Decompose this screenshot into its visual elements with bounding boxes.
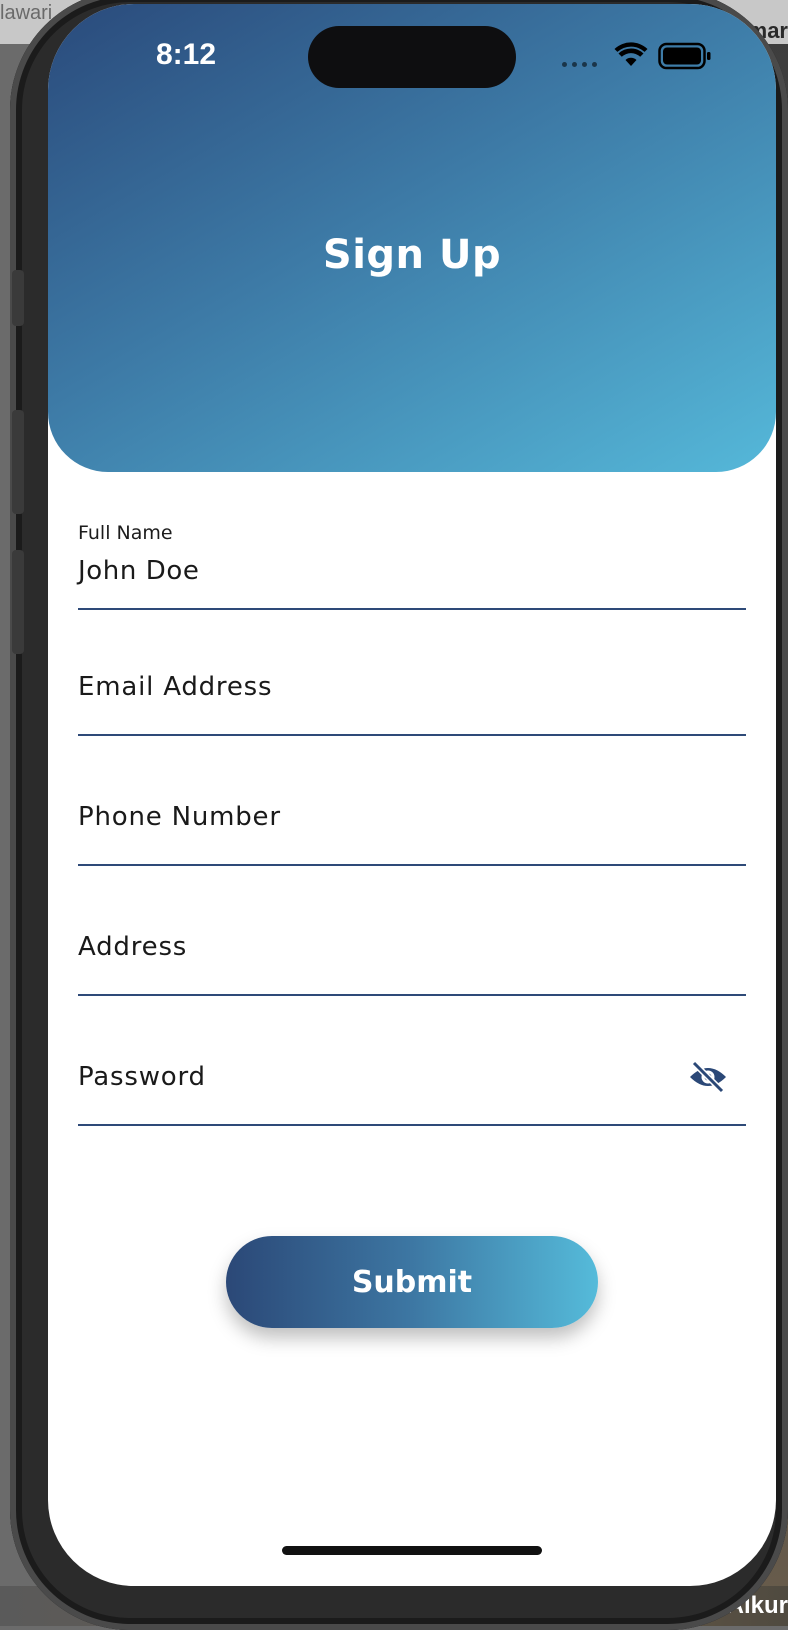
phone-placeholder: Phone Number bbox=[78, 802, 281, 832]
phone-frame: 8:12 Sign Up Full Name John Doe Email Ad… bbox=[10, 0, 788, 1630]
address-field[interactable]: Address bbox=[78, 904, 746, 996]
full-name-value: John Doe bbox=[78, 556, 200, 586]
dynamic-island bbox=[308, 26, 516, 88]
phone-field[interactable]: Phone Number bbox=[78, 774, 746, 866]
password-field[interactable]: Password bbox=[78, 1034, 746, 1126]
cellular-signal-icon bbox=[562, 62, 597, 67]
page-title: Sign Up bbox=[322, 232, 502, 278]
submit-button[interactable]: Submit bbox=[226, 1236, 598, 1328]
email-field[interactable]: Email Address bbox=[78, 644, 746, 736]
signup-header: 8:12 Sign Up bbox=[48, 4, 776, 472]
phone-screen: 8:12 Sign Up Full Name John Doe Email Ad… bbox=[48, 4, 776, 1586]
full-name-field[interactable]: Full Name John Doe bbox=[78, 522, 746, 610]
desktop-top-left-text: lawari bbox=[0, 2, 53, 24]
home-indicator[interactable] bbox=[282, 1546, 542, 1555]
eye-slash-icon[interactable] bbox=[688, 1060, 728, 1094]
battery-icon bbox=[658, 42, 711, 70]
volume-down-button bbox=[12, 550, 24, 654]
status-time: 8:12 bbox=[156, 38, 217, 71]
address-placeholder: Address bbox=[78, 932, 188, 962]
action-button bbox=[12, 270, 24, 326]
password-placeholder: Password bbox=[78, 1062, 206, 1092]
full-name-label: Full Name bbox=[78, 522, 173, 544]
email-placeholder: Email Address bbox=[78, 672, 273, 702]
volume-up-button bbox=[12, 410, 24, 514]
wifi-icon bbox=[614, 42, 648, 66]
